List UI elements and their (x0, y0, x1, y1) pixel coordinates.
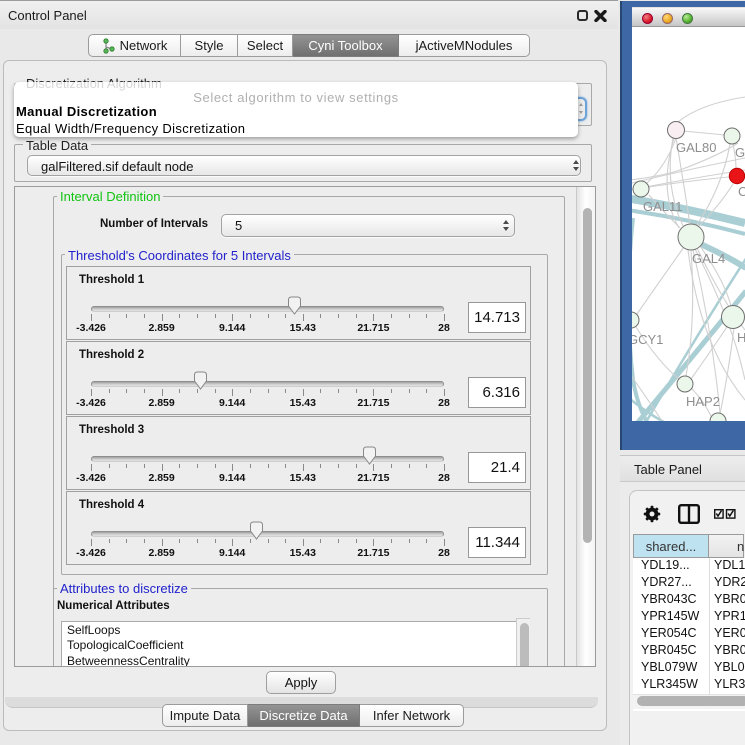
svg-text:HAP2: HAP2 (686, 394, 720, 409)
svg-text:C: C (738, 184, 745, 199)
svg-text:G.: G. (735, 145, 745, 160)
svg-text:GAL80: GAL80 (676, 140, 716, 155)
svg-text:GAL4: GAL4 (692, 251, 725, 266)
svg-text:GAL11: GAL11 (643, 199, 683, 214)
svg-text:H: H (737, 330, 745, 345)
svg-text:GCY1: GCY1 (632, 332, 663, 347)
